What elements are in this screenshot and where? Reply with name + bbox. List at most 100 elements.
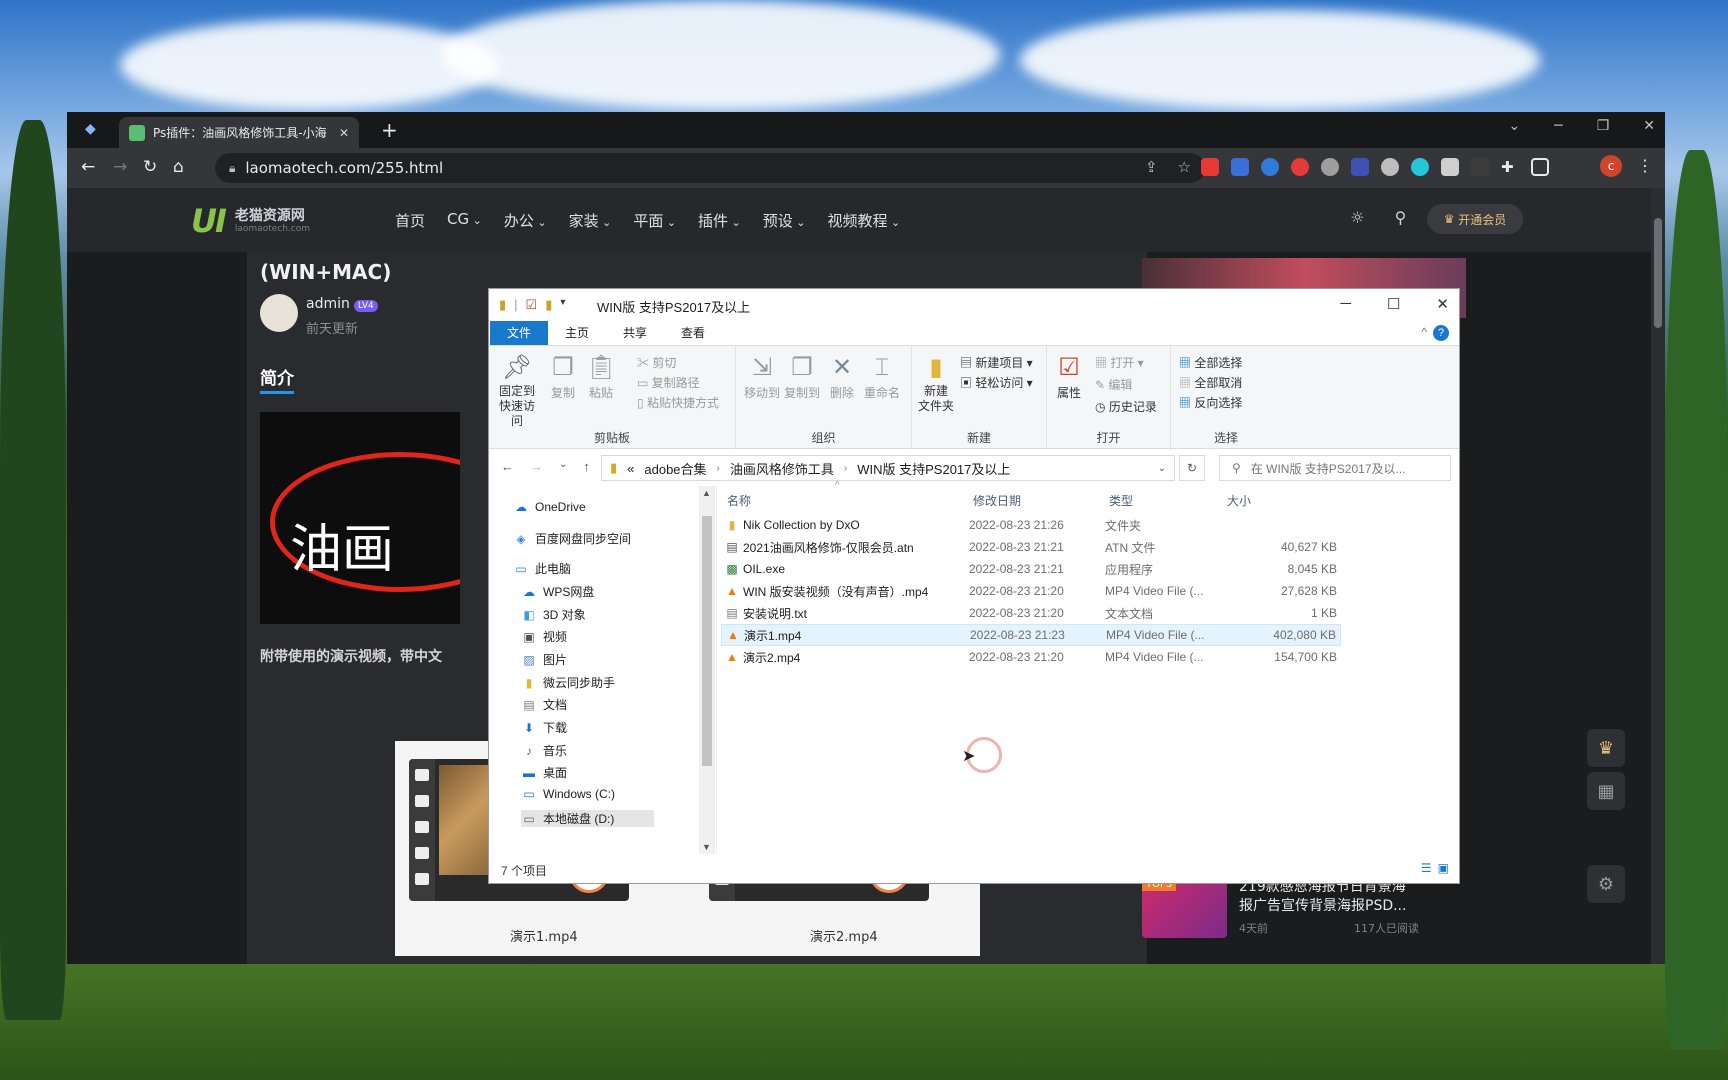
cut-button[interactable]: ✂ 剪切 — [637, 354, 676, 371]
file-row[interactable]: ▲ WIN 版安装视频（没有声音）.mp4 2022-08-23 21:20 M… — [721, 580, 1341, 602]
select-none-button[interactable]: ▦ 全部取消 — [1179, 374, 1242, 391]
file-row[interactable]: ▮ Nik Collection by DxO 2022-08-23 21:26… — [721, 514, 1341, 536]
column-header-type[interactable]: 类型 — [1109, 492, 1133, 509]
nav-drive-c[interactable]: ▭ Windows (C:) — [521, 787, 615, 801]
nav-scrollbar-thumb[interactable] — [702, 516, 712, 766]
nav-item[interactable]: 预设 — [763, 210, 806, 231]
large-icons-view-icon[interactable]: ▣ — [1438, 861, 1449, 875]
invert-selection-button[interactable]: ▦ 反向选择 — [1179, 394, 1242, 411]
copy-path-button[interactable]: ▭ 复制路径 — [637, 374, 700, 391]
nav-item[interactable]: CG — [447, 210, 482, 231]
chevron-down-icon[interactable]: ⌄ — [1158, 463, 1166, 474]
chevron-right-icon[interactable]: › — [844, 463, 847, 474]
nav-this-pc[interactable]: ▭ 此电脑 — [513, 560, 571, 577]
forward-icon[interactable]: → — [530, 459, 543, 474]
page-scrollbar[interactable] — [1651, 188, 1665, 964]
back-icon[interactable]: ← — [81, 157, 95, 177]
properties-button[interactable]: ☑ 属性 — [1047, 352, 1091, 401]
nav-drive-d[interactable]: ▭ 本地磁盘 (D:) — [521, 810, 655, 827]
avatar[interactable] — [260, 294, 298, 332]
recent-locations-icon[interactable]: ⌄ — [559, 459, 567, 474]
new-folder-icon[interactable]: ▮ — [545, 297, 552, 313]
copy-to-button[interactable]: ❐ 复制到 — [780, 352, 824, 401]
site-logo[interactable]: UI 老猫资源网 laomaotech.com — [191, 202, 310, 240]
delete-button[interactable]: ✕ 删除 — [820, 352, 864, 401]
nav-item[interactable]: 办公 — [504, 210, 547, 231]
author-name[interactable]: admin — [306, 296, 350, 312]
minimize-icon[interactable]: ─ — [1340, 295, 1351, 313]
extension-icon[interactable] — [1351, 158, 1369, 176]
breadcrumb-item[interactable]: WIN版 支持PS2017及以上 — [857, 459, 1010, 478]
tab-file[interactable]: 文件 — [490, 321, 549, 345]
pin-quick-access-button[interactable]: 📌︎ 固定到 快速访问 — [495, 352, 539, 429]
nav-item[interactable]: 视频教程 — [828, 210, 901, 231]
move-to-button[interactable]: ⇲ 移动到 — [740, 352, 784, 401]
file-row[interactable]: ▤ 2021油画风格修饰-仅限会员.atn 2022-08-23 21:21 A… — [721, 536, 1341, 558]
extension-icon[interactable] — [1321, 158, 1339, 176]
lightbulb-icon[interactable]: ☼ — [1350, 208, 1364, 227]
nav-downloads[interactable]: ⬇ 下载 — [521, 719, 567, 736]
rename-button[interactable]: ⌶ 重命名 — [860, 352, 904, 401]
scroll-up-icon[interactable]: ▲ — [702, 488, 711, 498]
lock-icon[interactable]: 🔒︎ — [229, 161, 235, 176]
new-item-button[interactable]: ▤ 新建项目 ▾ — [960, 354, 1033, 371]
close-icon[interactable]: ✕ — [1643, 118, 1655, 134]
nav-item[interactable]: 插件 — [698, 210, 741, 231]
nav-desktop[interactable]: ▬ 桌面 — [521, 764, 567, 781]
customize-qat-icon[interactable]: ▾ — [560, 297, 565, 313]
extension-icon[interactable] — [1231, 158, 1249, 176]
profile-avatar[interactable]: c — [1600, 155, 1622, 177]
open-button[interactable]: ▦ 打开 ▾ — [1095, 354, 1144, 371]
nav-weiyun[interactable]: ▮ 微云同步助手 — [521, 674, 615, 691]
search-field[interactable]: ⚲ 在 WIN版 支持PS2017及以... — [1219, 455, 1451, 481]
new-folder-button[interactable]: ▮ 新建 文件夹 — [914, 352, 958, 414]
pin-icon[interactable]: ◆ — [85, 121, 96, 137]
nav-item[interactable]: 平面 — [633, 210, 676, 231]
extension-icon[interactable] — [1381, 158, 1399, 176]
new-tab-button[interactable]: + — [381, 118, 398, 142]
scrollbar-thumb[interactable] — [1654, 218, 1662, 328]
close-tab-icon[interactable]: ✕ — [339, 126, 349, 140]
nav-videos[interactable]: ▣ 视频 — [521, 628, 567, 645]
extension-icon[interactable] — [1471, 158, 1489, 176]
minimize-icon[interactable]: ─ — [1554, 118, 1562, 134]
file-row-selected[interactable]: ▲ 演示1.mp4 2022-08-23 21:23 MP4 Video Fil… — [721, 624, 1341, 646]
breadcrumb[interactable]: ▮ « adobe合集 › 油画风格修饰工具 › WIN版 支持PS2017及以… — [601, 455, 1175, 481]
menu-icon[interactable]: ⋮ — [1637, 156, 1653, 175]
bookmark-star-icon[interactable]: ☆ — [1178, 158, 1191, 176]
nav-item[interactable]: 首页 — [395, 210, 425, 231]
file-row[interactable]: ▤ 安装说明.txt 2022-08-23 21:20 文本文档 1 KB — [721, 602, 1341, 624]
tab-view[interactable]: 查看 — [664, 321, 722, 345]
extension-icon[interactable] — [1291, 158, 1309, 176]
select-all-button[interactable]: ▦ 全部选择 — [1179, 354, 1242, 371]
nav-scrollbar[interactable]: ▲ ▼ — [699, 486, 715, 854]
nav-onedrive[interactable]: ☁ OneDrive — [513, 500, 586, 514]
details-view-icon[interactable]: ☰ — [1421, 861, 1432, 875]
tab-search-icon[interactable]: ⌄ — [1509, 118, 1521, 134]
chevron-right-icon[interactable]: › — [717, 463, 720, 474]
vip-button[interactable]: ♛ 开通会员 — [1427, 204, 1523, 234]
search-icon[interactable]: ⚲ — [1395, 208, 1407, 227]
collapse-ribbon-icon[interactable]: ^ — [1421, 325, 1427, 339]
nav-3d-objects[interactable]: ◧ 3D 对象 — [521, 606, 585, 623]
tab-home[interactable]: 主页 — [548, 321, 606, 345]
address-bar[interactable]: 🔒︎ laomaotech.com/255.html ⇪ ☆ — [215, 153, 1205, 183]
column-header-name[interactable]: 名称 — [727, 492, 751, 509]
scroll-down-icon[interactable]: ▼ — [702, 842, 711, 852]
extension-icon[interactable] — [1441, 158, 1459, 176]
extension-icon[interactable] — [1411, 158, 1429, 176]
settings-float-button[interactable]: ⚙ — [1587, 865, 1625, 903]
side-panel-icon[interactable] — [1531, 158, 1549, 176]
refresh-button[interactable]: ↻ — [1179, 455, 1205, 481]
top3-thumbnail[interactable]: TOP3 — [1142, 878, 1227, 938]
video-label[interactable]: 演示1.mp4 — [510, 926, 578, 945]
paste-button[interactable]: 📋︎ 粘贴 — [579, 352, 623, 401]
file-row[interactable]: ▩ OIL.exe 2022-08-23 21:21 应用程序 8,045 KB — [721, 558, 1341, 580]
breadcrumb-item[interactable]: adobe合集 — [644, 459, 706, 478]
easy-access-button[interactable]: ▣ 轻松访问 ▾ — [960, 374, 1033, 391]
paste-shortcut-button[interactable]: ▯ 粘贴快捷方式 — [637, 394, 719, 411]
reload-icon[interactable]: ↻ — [143, 157, 157, 177]
edit-button[interactable]: ✎ 编辑 — [1095, 376, 1132, 393]
nav-baidu-sync[interactable]: ◈ 百度网盘同步空间 — [513, 530, 631, 547]
restore-icon[interactable]: ❐ — [1597, 118, 1610, 134]
